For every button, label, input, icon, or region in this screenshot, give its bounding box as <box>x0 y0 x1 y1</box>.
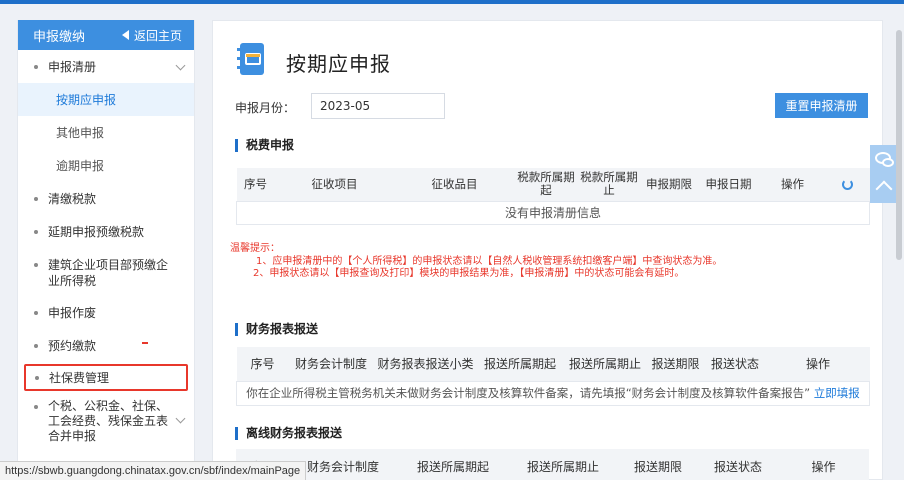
column-header: 报送状态 <box>713 459 762 474</box>
chevron-down-icon[interactable] <box>175 413 186 424</box>
column-header: 财务会计制度 <box>294 357 367 372</box>
column-header: 征收品目 <box>431 176 478 191</box>
finance-report-table: 序号 财务会计制度 财务报表报送小类 报送所属期起 报送所属期止 报送期限 报送… <box>236 347 870 406</box>
bullet-icon <box>35 375 39 380</box>
sidebar-item-deferred-declaration[interactable]: 延期申报预缴税款 <box>18 215 194 248</box>
column-header: 报送所属期起 <box>416 459 489 474</box>
notice-line-2: 2、申报状态请以【申报查询及打印】模块的申报结果为准，【申报清册】中的状态可能会… <box>253 268 685 279</box>
sidebar-item-label: 建筑企业项目部预缴企业所得税 <box>48 258 169 288</box>
sidebar-item-social-security[interactable]: 社保费管理 <box>24 364 188 391</box>
tax-section-title: 税费申报 <box>235 139 294 152</box>
column-header: 税款所属期起 <box>517 170 575 198</box>
offline-finance-section-title: 离线财务报表报送 <box>235 427 342 440</box>
declaration-page-icon <box>237 43 264 75</box>
sidebar-item-declaration-void[interactable]: 申报作废 <box>18 296 194 329</box>
red-mark <box>142 342 148 344</box>
bullet-icon <box>34 405 38 409</box>
column-header: 操作 <box>805 357 830 372</box>
column-header: 序号 <box>250 357 275 372</box>
sidebar: 申报缴纳 返回主页 申报清册 按期应申报 其他申报 逾期申报 清缴税款 延期申报… <box>17 20 195 480</box>
refresh-icon[interactable] <box>842 178 853 190</box>
finance-section-title: 财务报表报送 <box>235 323 318 336</box>
fill-now-link[interactable]: 立即填报 <box>814 386 860 400</box>
column-header: 报送所属期起 <box>483 357 556 372</box>
table-row: 你在企业所得税主管税务机关未做财务会计制度及核算软件备案，请先填报“财务会计制度… <box>236 380 870 406</box>
column-header: 操作 <box>811 459 836 474</box>
sidebar-item-label: 清缴税款 <box>48 192 97 206</box>
sidebar-item-label: 延期申报预缴税款 <box>48 225 145 239</box>
table-header-row: 序号 财务会计制度 报送所属期起 报送所属期止 报送期限 报送状态 操作 <box>236 449 869 480</box>
sidebar-item-declaration-list[interactable]: 申报清册 <box>18 50 194 83</box>
sidebar-item-tax-settlement[interactable]: 清缴税款 <box>18 182 194 215</box>
sidebar-item-label: 申报作废 <box>48 306 97 320</box>
bullet-icon <box>34 343 38 348</box>
sidebar-item-label: 个税、公积金、社保、工会经费、残保金五表合并申报 <box>48 399 169 443</box>
period-input[interactable]: 2023-05 <box>311 93 445 119</box>
page-title: 按期应申报 <box>286 52 391 76</box>
column-header: 操作 <box>781 176 804 191</box>
notice-heading: 温馨提示： <box>230 243 280 254</box>
reset-declaration-list-button[interactable]: 重置申报清册 <box>775 93 868 118</box>
column-header: 报送所属期止 <box>526 459 599 474</box>
scrollbar[interactable] <box>896 30 902 260</box>
main-panel: 按期应申报 申报月份： 2023-05 重置申报清册 税费申报 序号 征收项目 … <box>212 20 883 480</box>
sidebar-title: 申报缴纳 <box>33 29 86 45</box>
period-label: 申报月份： <box>235 101 296 115</box>
chevron-up-icon[interactable] <box>175 60 186 71</box>
bullet-icon <box>34 263 38 267</box>
sidebar-header: 申报缴纳 返回主页 <box>18 20 194 50</box>
bullet-icon <box>34 310 38 315</box>
table-row: 没有申报清册信息 <box>236 200 870 225</box>
column-header: 申报日期 <box>705 176 752 191</box>
column-header: 报送状态 <box>710 357 759 372</box>
sidebar-item-label: 预约缴款 <box>48 339 97 353</box>
wechat-bubble-icon <box>882 158 894 167</box>
warm-notice: 温馨提示： 1、应申报清册中的【个人所得税】的申报状态请以【自然人税收管理系统扣… <box>230 243 722 281</box>
back-to-top-icon[interactable] <box>875 180 893 198</box>
column-header: 报送所属期止 <box>568 357 641 372</box>
column-header: 申报期限 <box>646 176 692 191</box>
empty-message: 没有申报清册信息 <box>236 200 870 225</box>
column-header: 报送期限 <box>651 357 700 372</box>
sidebar-item-label: 社保费管理 <box>49 371 110 385</box>
tax-declaration-table: 序号 征收项目 征收品目 税款所属期起 税款所属期止 申报期限 申报日期 操作 … <box>236 168 870 225</box>
status-bar-url: https://sbwb.guangdong.chinatax.gov.cn/s… <box>0 461 307 480</box>
offline-finance-table: 序号 财务会计制度 报送所属期起 报送所属期止 报送期限 报送状态 操作 <box>236 449 869 480</box>
sidebar-subitem-other-declaration[interactable]: 其他申报 <box>18 116 194 149</box>
sidebar-item-five-forms-merge[interactable]: 个税、公积金、社保、工会经费、残保金五表合并申报 <box>18 393 194 453</box>
column-header: 税款所属期止 <box>580 170 638 198</box>
filing-notice-cell: 你在企业所得税主管税务机关未做财务会计制度及核算软件备案，请先填报“财务会计制度… <box>236 380 870 406</box>
bullet-icon <box>34 64 38 69</box>
back-home-label: 返回主页 <box>133 28 182 43</box>
table-header-row: 序号 征收项目 征收品目 税款所属期起 税款所属期止 申报期限 申报日期 操作 <box>236 168 870 201</box>
bullet-icon <box>34 196 38 201</box>
refresh-cell <box>826 168 870 201</box>
column-header: 征收项目 <box>311 176 358 191</box>
notice-line-1: 1、应申报清册中的【个人所得税】的申报状态请以【自然人税收管理系统扣缴客户端】中… <box>256 255 723 267</box>
column-header: 序号 <box>244 176 267 191</box>
sidebar-subitem-scheduled-declaration[interactable]: 按期应申报 <box>18 83 194 116</box>
column-header: 报送期限 <box>633 459 682 474</box>
bullet-icon <box>34 229 38 234</box>
back-arrow-icon <box>121 30 129 40</box>
top-accent-bar <box>0 0 904 4</box>
sidebar-item-construction-prepay[interactable]: 建筑企业项目部预缴企业所得税 <box>18 248 194 296</box>
sidebar-subitem-overdue-declaration[interactable]: 逾期申报 <box>18 149 194 182</box>
table-header-row: 序号 财务会计制度 财务报表报送小类 报送所属期起 报送所属期止 报送期限 报送… <box>236 347 870 381</box>
sidebar-item-label: 申报清册 <box>48 60 97 74</box>
back-home-link[interactable]: 返回主页 <box>121 27 182 44</box>
sidebar-item-scheduled-payment[interactable]: 预约缴款 <box>18 329 194 362</box>
column-header: 财务报表报送小类 <box>377 357 474 372</box>
filing-notice-text: 你在企业所得税主管税务机关未做财务会计制度及核算软件备案，请先填报“财务会计制度… <box>246 386 811 400</box>
